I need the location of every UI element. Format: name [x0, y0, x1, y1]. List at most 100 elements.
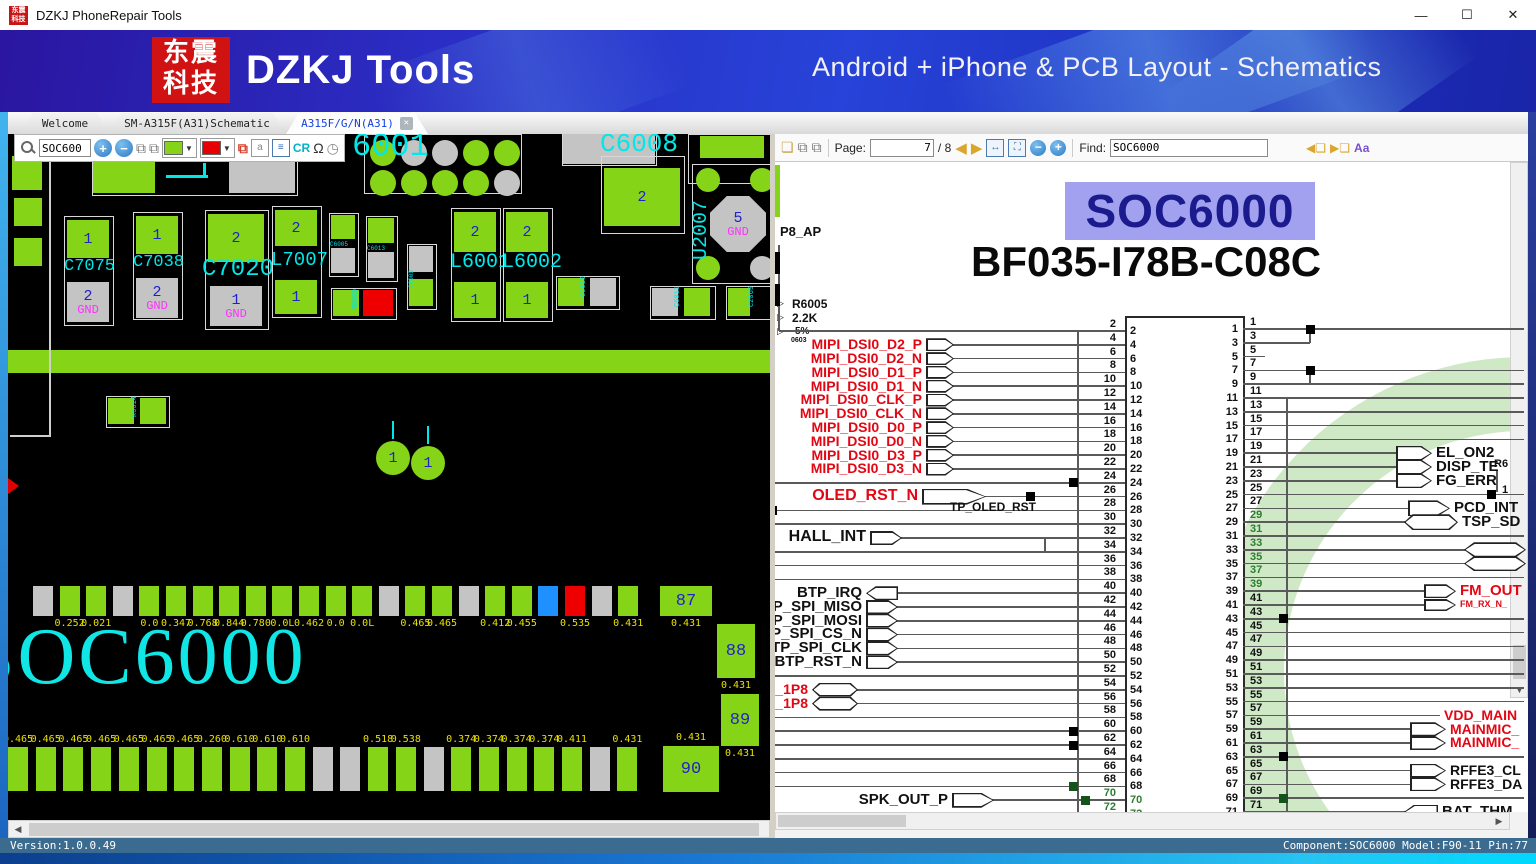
tab-welcome[interactable]: Welcome [20, 113, 110, 134]
cr-button[interactable]: CR [293, 141, 310, 155]
net-wire [1243, 576, 1524, 579]
component-title: SOC6000 [1085, 185, 1295, 237]
net-flag [866, 586, 898, 601]
net-flag [866, 600, 898, 614]
net-wire [1243, 493, 1524, 496]
fit-page-icon[interactable]: ⛶ [1008, 138, 1027, 157]
net-flag [926, 338, 954, 352]
tab-close-icon[interactable]: ✕ [400, 117, 413, 130]
component-label: C7038 [133, 253, 185, 272]
scroll-down-button[interactable]: ▼ [1513, 683, 1526, 697]
pcb-pad [63, 747, 84, 791]
minimize-button[interactable]: — [1398, 0, 1444, 30]
match-case-icon[interactable]: Aa [1354, 141, 1369, 155]
scroll-right-button[interactable]: ▶ [1492, 815, 1506, 828]
net-wire [1243, 383, 1524, 385]
net-wire [1243, 714, 1440, 717]
next-page-button[interactable]: ▶ [971, 139, 983, 157]
pad-measurement: 0.535 [559, 618, 591, 629]
pcb-pad [91, 747, 112, 791]
paste-page-icon[interactable]: ⧉ [149, 140, 159, 157]
pin-number-left-outer: 68 [1103, 773, 1116, 786]
component-label: C6013 [367, 245, 386, 252]
pin-number-right-outer: 35 [1250, 550, 1263, 563]
find-input[interactable] [1110, 138, 1269, 157]
paste-icon[interactable]: ⧉ [812, 139, 822, 156]
pin-number-right-inner: 55 [1225, 695, 1238, 708]
pin-number-left-outer: 40 [1103, 580, 1116, 593]
net-wire [1243, 811, 1406, 812]
copy-icon[interactable]: ⧉ [798, 139, 808, 156]
pin-number-right-inner: 67 [1225, 778, 1238, 791]
pin-number-right-outer: 69 [1250, 785, 1263, 798]
pcb-pad [589, 747, 610, 791]
pcb-pad [485, 586, 506, 616]
zoom-in-button[interactable]: + [1050, 139, 1067, 156]
pin-number-left-inner: 48 [1130, 642, 1143, 655]
pcb-pad [285, 747, 305, 791]
copy-page-icon[interactable]: ⧉ [136, 140, 146, 157]
pin-number-left-inner: 2 [1130, 325, 1137, 337]
zoom-out-button[interactable]: − [115, 139, 133, 157]
component-label: L7007 [271, 249, 329, 271]
pin-number-right-outer: 19 [1250, 440, 1263, 453]
list-icon[interactable]: ≡ [271, 139, 290, 157]
pcb-scroll-thumb[interactable] [29, 823, 759, 836]
annotation-icon[interactable]: a [250, 139, 269, 157]
page-number-input[interactable] [869, 138, 934, 157]
resistor-ref: R6005 [792, 297, 828, 311]
pin-number-left-inner: 14 [1130, 407, 1143, 420]
component-label: C6010 [580, 276, 588, 298]
pcb-pad: 2 [454, 212, 496, 252]
find-previous-icon[interactable]: ◀❏ [1306, 141, 1326, 155]
edge-marker-arrow [8, 478, 19, 494]
pcb-via [463, 140, 489, 166]
pin-number-right-outer: 9 [1250, 371, 1257, 384]
tab-sm-a315f-schematic[interactable]: SM-A315F(A31)Schematic [108, 113, 286, 134]
pin-number-right-outer: 15 [1250, 412, 1263, 425]
previous-page-button[interactable]: ◀ [955, 139, 967, 157]
new-page-icon[interactable]: ❏ [781, 139, 794, 156]
pin-number-left-outer: 8 [1109, 359, 1116, 372]
window-title: DZKJ PhoneRepair Tools [36, 7, 182, 23]
schematic-horizontal-scrollbar[interactable]: ▶ [775, 812, 1510, 830]
page-total: / 8 [937, 140, 952, 155]
pcb-horizontal-scrollbar[interactable]: ◀ [8, 820, 770, 838]
fit-width-icon[interactable]: ↔ [986, 138, 1005, 157]
net-wire [1243, 604, 1426, 606]
pin-number-left-outer: 34 [1103, 538, 1116, 551]
close-button[interactable]: ✕ [1490, 0, 1536, 30]
fill-color-dropdown[interactable]: ▼ [162, 138, 197, 158]
pin-number-right-inner: 17 [1225, 433, 1238, 446]
find-next-icon[interactable]: ▶❏ [1330, 141, 1350, 155]
schematic-hscroll-thumb[interactable] [778, 815, 906, 827]
pcb-pad: 1 GND [210, 286, 262, 326]
pcb-canvas[interactable]: 6001 1 2 GND C7075 1 2 GND C7038 2 1 GND C7020 2 1 L700… [8, 134, 770, 820]
net-wire [1243, 549, 1466, 551]
net-label-left: SPK_OUT_P [858, 790, 948, 808]
maximize-button[interactable]: ☐ [1444, 0, 1490, 30]
zoom-in-button[interactable]: + [94, 139, 112, 157]
pin-number-left-outer: 6 [1109, 345, 1116, 358]
ohm-button[interactable]: Ω [313, 140, 323, 156]
pin-number-right-inner: 3 [1231, 336, 1238, 349]
tab-a315f-g-n[interactable]: A315F/G/N(A31) ✕ [286, 113, 428, 134]
pcb-ground-bar [8, 350, 770, 373]
pin-number-right-inner: 29 [1225, 516, 1238, 529]
pin-number-right-outer: 17 [1250, 426, 1263, 439]
pcb-pad: 2 [208, 214, 264, 262]
history-icon[interactable]: ◷ [327, 140, 339, 157]
zoom-out-button[interactable]: − [1030, 139, 1047, 156]
scroll-left-button[interactable]: ◀ [11, 823, 25, 836]
net-wire [1243, 673, 1524, 675]
pin-number-left-inner: 66 [1130, 766, 1143, 779]
highlight-color-dropdown[interactable]: ▼ [199, 138, 235, 158]
pad-gnd-label: GND [146, 298, 168, 313]
pcb-search-input[interactable] [39, 139, 91, 157]
link-icon[interactable]: ⧉ [238, 140, 248, 157]
pin-number-right-outer: 51 [1250, 661, 1263, 673]
schematic-canvas[interactable]: SOC6000 BF035-I78B-C08C P8_AP R6005 2.2K… [775, 162, 1528, 812]
pin-number-left-outer: 56 [1103, 690, 1116, 703]
pin-number-left-inner: 42 [1130, 601, 1143, 613]
pin-number-left-outer: 20 [1103, 442, 1116, 455]
